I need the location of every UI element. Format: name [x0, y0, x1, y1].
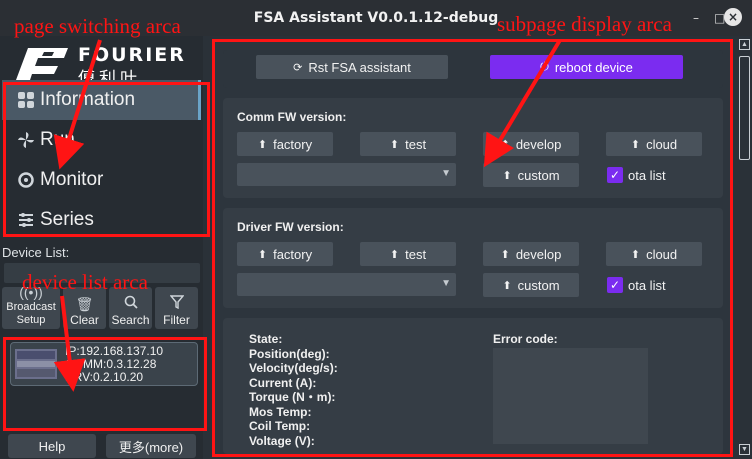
scroll-thumb[interactable]	[739, 56, 750, 160]
more-button[interactable]: 更多(more)	[106, 434, 196, 458]
device-list-annotation: device list arca	[22, 270, 148, 294]
filter-label: Filter	[163, 313, 190, 327]
broadcast-setup-label: Broadcast Setup	[6, 301, 56, 326]
search-icon	[124, 295, 138, 311]
logo-word: FOURIER	[78, 44, 186, 66]
filter-icon	[169, 295, 184, 311]
page-switching-annotation: page switching arca	[14, 14, 181, 38]
scroll-up-icon[interactable]: ▲	[739, 39, 750, 50]
fourier-logo: FOURIER 傅利叶	[14, 42, 194, 88]
search-label: Search	[111, 313, 150, 327]
page-switching-annotation-box	[3, 82, 210, 237]
subpage-annotation-box	[212, 39, 733, 457]
vertical-scrollbar[interactable]: ▲ ▼	[737, 36, 752, 459]
scroll-down-icon[interactable]: ▼	[739, 444, 750, 455]
help-button[interactable]: Help	[8, 434, 96, 458]
device-list-label: Device List:	[2, 245, 70, 260]
close-button[interactable]: ×	[724, 8, 742, 26]
subpage-annotation: subpage display arca	[497, 12, 672, 36]
minimize-button[interactable]: –	[693, 11, 699, 25]
trash-icon: 🗑	[75, 296, 94, 312]
clear-label: Clear	[70, 313, 99, 327]
logo-mark-icon	[16, 48, 68, 80]
filter-button[interactable]: Filter	[155, 287, 198, 329]
device-list-annotation-box	[3, 337, 207, 431]
